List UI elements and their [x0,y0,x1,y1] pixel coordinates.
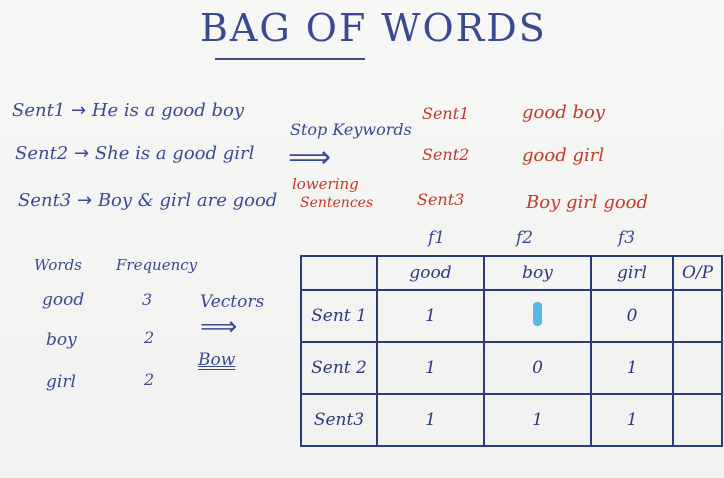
sentences-note: Sentences [300,195,374,211]
lowering-note: lowering [292,175,359,193]
sentence-text: Boy & girl are good [97,190,278,211]
freq-word: boy [46,330,77,350]
sentence-text: He is a good boy [91,100,245,121]
table-cell [483,289,592,343]
page-title: BAG OF WORDS [200,6,547,50]
table-header-cell: girl [590,255,674,291]
vectors-label: Vectors [200,292,265,312]
table-cell [672,393,723,447]
highlight-mark [533,301,542,326]
table-cell [672,341,723,395]
feature-label: f2 [516,228,534,248]
freq-count: 3 [142,290,153,309]
processed-text: Boy girl good [526,192,649,213]
freq-count: 2 [144,370,155,389]
row-label: Sent 1 [300,289,378,343]
table-header-cell: O/P [672,255,723,291]
table-cell: 0 [590,289,674,343]
freq-header-words: Words [34,256,82,274]
sentence-row: Sent3 → Boy & girl are good [18,190,277,211]
table-cell: 0 [483,341,592,395]
freq-word: good [42,290,85,310]
table-row: Sent 1 1 0 [300,289,723,343]
table-cell: 1 [590,341,674,395]
sentence-row: Sent2 → She is a good girl [15,143,254,164]
processed-label: Sent3 [417,190,465,209]
table-cell: 1 [376,393,485,447]
table-cell: 1 [376,289,485,343]
whiteboard: BAG OF WORDS Sent1 → He is a good boy Se… [0,0,724,478]
table-cell: 1 [590,393,674,447]
freq-count: 2 [144,328,155,347]
table-header-row: good boy girl O/P [300,255,723,291]
sentence-row: Sent1 → He is a good boy [12,100,244,121]
row-label: Sent 2 [300,341,378,395]
table-cell [672,289,723,343]
sentence-label: Sent2 [15,143,69,164]
table-row: Sent 2 1 0 1 [300,341,723,395]
table-cell: 1 [483,393,592,447]
arrow-icon: → [71,100,87,121]
table-header-cell [300,255,378,291]
sentence-label: Sent3 [18,190,72,211]
freq-header-frequency: Frequency [116,256,198,274]
processed-label: Sent1 [422,104,470,123]
double-arrow-icon: ⟹ [200,312,238,342]
double-arrow-icon: ⟹ [288,140,332,175]
table-cell: 1 [376,341,485,395]
arrow-icon: → [77,190,93,211]
sentence-text: She is a good girl [94,143,255,164]
feature-label: f3 [618,228,636,248]
table-row: Sent3 1 1 1 [300,393,723,447]
arrow-icon: → [74,143,90,164]
title-underline [215,58,365,60]
bow-label: Bow [198,350,236,370]
stop-keywords-note: Stop Keywords [290,120,412,139]
row-label: Sent3 [300,393,378,447]
sentence-label: Sent1 [12,100,66,121]
processed-text: good girl [522,145,605,166]
processed-text: good boy [522,102,605,123]
table-header-cell: good [376,255,485,291]
feature-label: f1 [428,228,446,248]
table-header-cell: boy [483,255,592,291]
bow-table: good boy girl O/P Sent 1 1 0 Sent 2 1 0 … [300,255,723,447]
freq-word: girl [46,372,76,392]
processed-label: Sent2 [422,145,470,164]
